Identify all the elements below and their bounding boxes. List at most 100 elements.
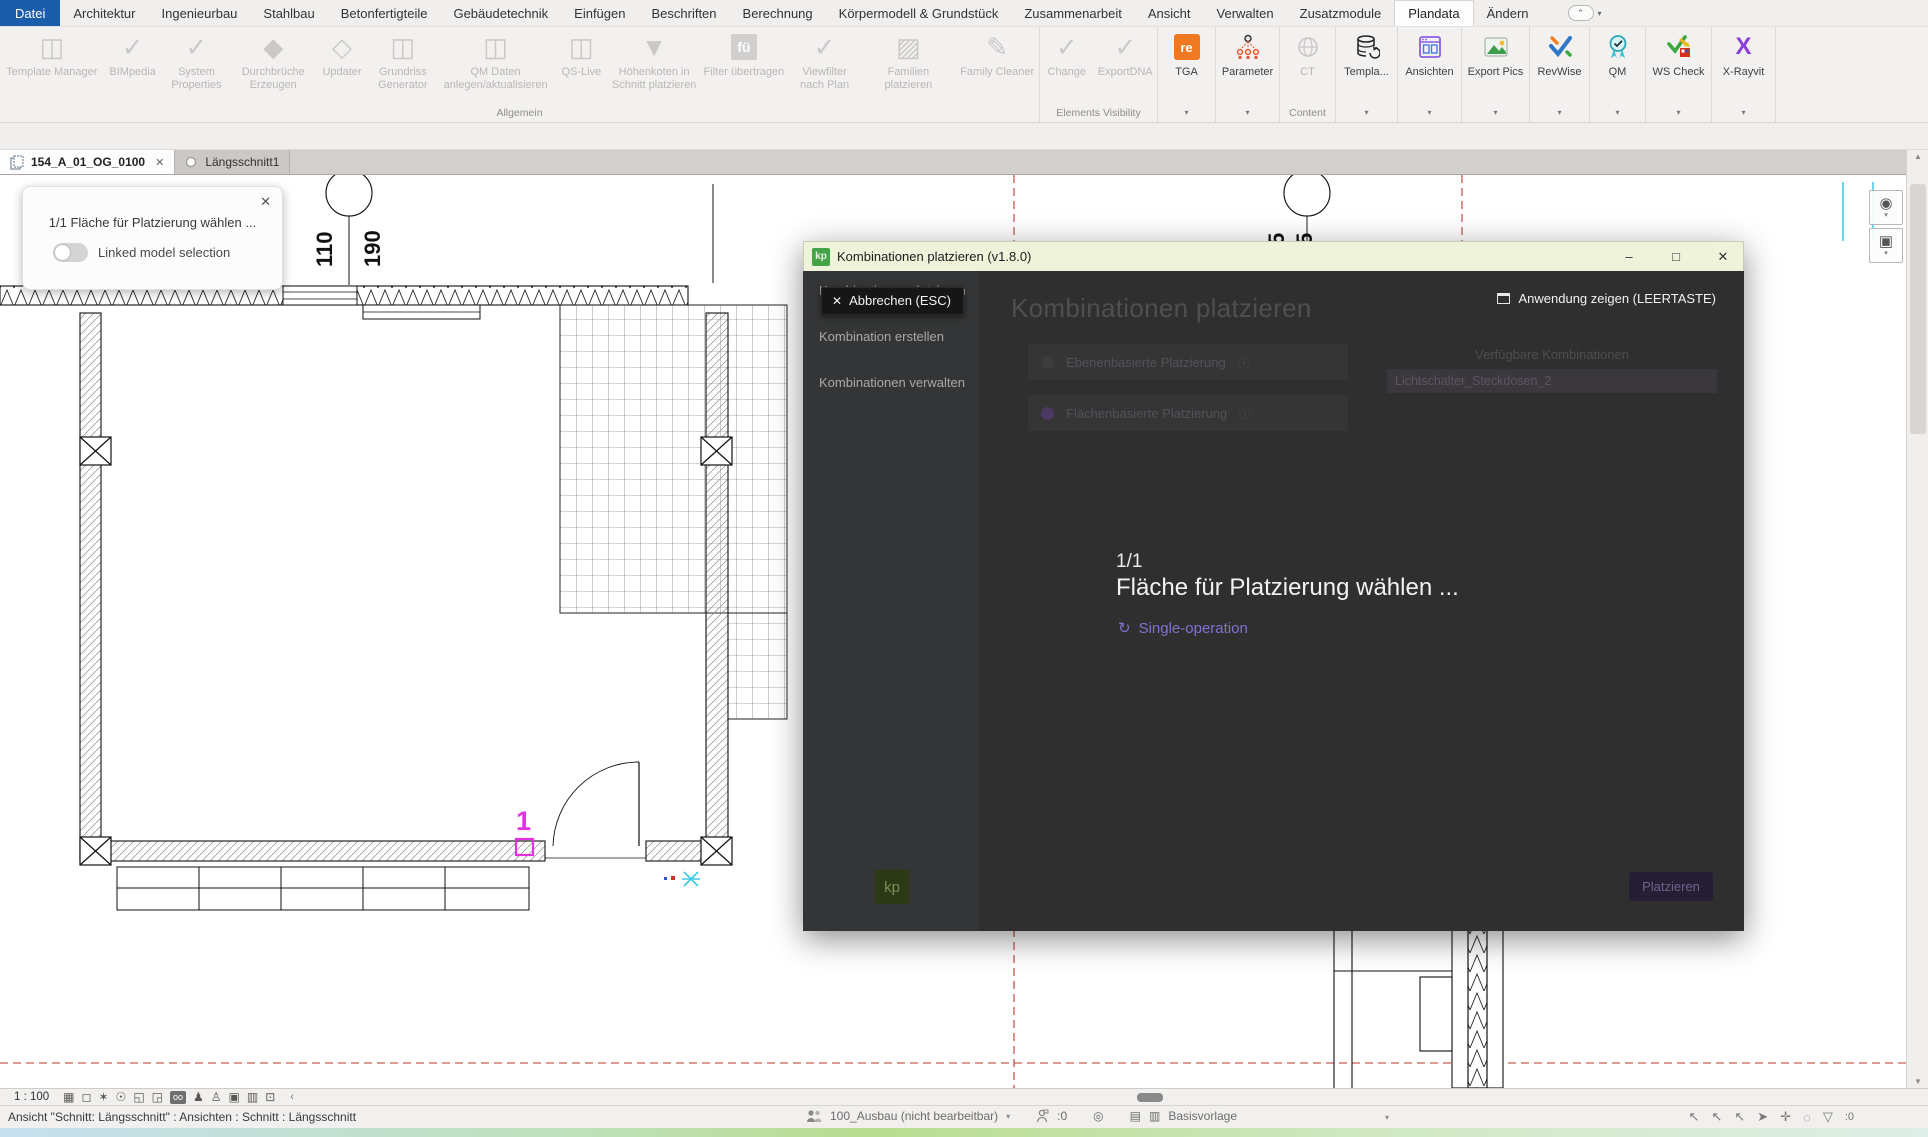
close-icon[interactable]: ✕ (1703, 249, 1743, 265)
single-operation-link[interactable]: ↻ Single-operation (1118, 619, 1248, 637)
qm-daten-button[interactable]: ◫QM Daten anlegen/aktualisieren (437, 27, 555, 106)
export-pics-button[interactable]: Export Pics (1462, 27, 1529, 106)
template-manager-button[interactable]: ◫Template Manager (0, 27, 104, 106)
sidebar-item-erstellen[interactable]: Kombination erstellen (819, 329, 944, 344)
collapse-bar-icon[interactable]: ‹ (290, 1091, 294, 1103)
dropdown-caret-icon[interactable]: ▾ (1158, 106, 1215, 122)
pin-icon[interactable]: ◎ (1093, 1109, 1103, 1123)
tab-gebaeudetechnik[interactable]: Gebäudetechnik (440, 0, 561, 26)
radio-unselected-icon[interactable] (1041, 356, 1054, 369)
active-design-option[interactable]: Basisvorlage (1168, 1109, 1237, 1123)
vertical-scrollbar[interactable]: ▲ ▼ (1906, 150, 1928, 1088)
tab-einfuegen[interactable]: Einfügen (561, 0, 638, 26)
shadows-icon[interactable]: ☉ (116, 1090, 127, 1104)
dialog-titlebar[interactable]: kp Kombinationen platzieren (v1.8.0) – □… (803, 241, 1744, 271)
dropdown-caret-icon[interactable]: ▾ (1216, 106, 1279, 122)
tab-betonfertigteile[interactable]: Betonfertigteile (328, 0, 441, 26)
close-tab-icon[interactable]: ✕ (155, 156, 164, 169)
dropdown-caret-icon[interactable]: ▾ (1712, 106, 1775, 122)
tab-koerpermodell[interactable]: Körpermodell & Grundstück (826, 0, 1012, 26)
dropdown-caret-icon[interactable]: ▾ (1530, 106, 1589, 122)
radio-selected-icon[interactable] (1041, 407, 1054, 420)
tab-zusatzmodule[interactable]: Zusatzmodule (1287, 0, 1395, 26)
view-tab-laengsschnitt[interactable]: Längsschnitt1 (175, 150, 290, 174)
bimpedia-button[interactable]: ✓BIMpedia (104, 27, 162, 106)
dropdown-caret-icon[interactable]: ▾ (1385, 1113, 1389, 1122)
crop-view-icon[interactable]: ◱ (133, 1090, 144, 1104)
dropdown-caret-icon[interactable]: ▾ (1398, 106, 1461, 122)
dropdown-caret-icon[interactable]: ▾ (1006, 1112, 1010, 1121)
ws-check-button[interactable]: WS Check (1646, 27, 1711, 106)
tab-ansicht[interactable]: Ansicht (1135, 0, 1204, 26)
platzieren-button[interactable]: Platzieren (1629, 872, 1713, 901)
close-icon[interactable]: ✕ (260, 194, 271, 210)
scroll-down-icon[interactable]: ▼ (1907, 1077, 1928, 1086)
linked-model-toggle[interactable] (53, 243, 88, 262)
minimize-icon[interactable]: – (1609, 249, 1649, 264)
filter-icon[interactable]: ▽ (1823, 1109, 1833, 1125)
view-tab-plan[interactable]: 154_A_01_OG_0100 ✕ (0, 150, 175, 174)
exportdna-button[interactable]: ✓ExportDNA (1094, 27, 1157, 106)
revwise-button[interactable]: RevWise (1530, 27, 1589, 106)
design-options-edit-icon[interactable]: ▥ (1149, 1109, 1160, 1123)
tab-beschriften[interactable]: Beschriften (638, 0, 729, 26)
scroll-up-icon[interactable]: ▲ (1907, 152, 1928, 161)
system-properties-button[interactable]: ✓System Properties (162, 27, 232, 106)
tab-architektur[interactable]: Architektur (60, 0, 148, 26)
tga-button[interactable]: reTGA (1158, 27, 1215, 106)
tab-aendern[interactable]: Ändern (1474, 0, 1542, 26)
durchbrueche-erzeugen-button[interactable]: ◆Durchbrüche Erzeugen (231, 27, 315, 106)
active-workset[interactable]: 100_Ausbau (nicht bearbeitbar) (830, 1109, 998, 1123)
temporary-hide-isolate-icon[interactable]: oo (170, 1091, 186, 1104)
sidebar-item-verwalten[interactable]: Kombinationen verwalten (819, 375, 965, 390)
select-pinned-icon[interactable]: ↖ (1734, 1109, 1745, 1125)
tab-plandata[interactable]: Plandata (1394, 0, 1473, 26)
family-cleaner-button[interactable]: ✎Family Cleaner (955, 27, 1039, 106)
select-links-icon[interactable]: ↖ (1689, 1109, 1700, 1125)
worksharing-display-icon[interactable]: ▣ (229, 1090, 240, 1104)
scale-button[interactable]: 1 : 100 (14, 1091, 49, 1103)
select-by-face-icon[interactable]: ➤ (1757, 1109, 1768, 1125)
selection-set-icon[interactable]: ◌ (1803, 1110, 1811, 1125)
dropdown-caret-icon[interactable]: ▾ (1646, 106, 1711, 122)
option-flaechenbasiert[interactable]: Flächenbasierte Platzierung ⓘ (1028, 395, 1348, 431)
x-rayvit-button[interactable]: XX-Rayvit (1712, 27, 1775, 106)
tab-berechnung[interactable]: Berechnung (730, 0, 826, 26)
editable-only-icon[interactable] (1036, 1109, 1049, 1123)
show-application-button[interactable]: Anwendung zeigen (LEERTASTE) (1497, 291, 1716, 306)
reveal-constraints-icon[interactable]: ▥ (247, 1090, 258, 1104)
dropdown-caret-icon[interactable]: ▾ (1462, 106, 1529, 122)
ansichten-button[interactable]: Ansichten (1398, 27, 1461, 106)
show-crop-icon[interactable]: ◲ (152, 1090, 163, 1104)
design-options-list-icon[interactable]: ▤ (1130, 1109, 1141, 1123)
dropdown-caret-icon[interactable]: ▾ (1884, 211, 1888, 219)
steering-wheel-button[interactable]: ◉▾ (1869, 190, 1903, 225)
vertical-scrollbar-thumb[interactable] (1910, 184, 1926, 434)
ct-button[interactable]: CT (1280, 27, 1335, 106)
qs-live-button[interactable]: ◫QS-Live (554, 27, 608, 106)
filter-uebertragen-button[interactable]: füFilter übertragen (700, 27, 788, 106)
drag-on-selection-icon[interactable]: ✛ (1780, 1109, 1791, 1125)
change-button[interactable]: ✓Change (1040, 27, 1094, 106)
info-icon[interactable]: ⓘ (1239, 405, 1251, 422)
parameter-button[interactable]: Parameter (1216, 27, 1279, 106)
combination-list-item[interactable]: Lichtschalter_Steckdosen_2 (1387, 369, 1717, 393)
dropdown-caret-icon[interactable]: ▾ (1884, 249, 1888, 257)
detail-level-icon[interactable]: ▦ (63, 1090, 74, 1104)
maximize-icon[interactable]: □ (1656, 249, 1696, 264)
dropdown-caret-icon[interactable]: ▾ (1590, 106, 1645, 122)
qm-button[interactable]: QM (1590, 27, 1645, 106)
info-icon[interactable]: ⓘ (1238, 354, 1250, 371)
grundriss-generator-button[interactable]: ◫Grundriss Generator (369, 27, 437, 106)
hoehenkoten-button[interactable]: ▼Höhenkoten in Schnitt platzieren (608, 27, 700, 106)
temporary-view-properties-icon[interactable]: ♙ (211, 1090, 222, 1104)
reveal-hidden-icon[interactable]: ♟ (193, 1090, 204, 1104)
familien-platzieren-button[interactable]: ▨Familien platzieren (862, 27, 956, 106)
ribbon-collapse-caret-icon[interactable]: ▾ (1598, 9, 1602, 18)
selection-box-icon[interactable]: ⊡ (265, 1090, 275, 1104)
sun-path-icon[interactable]: ✶ (98, 1090, 108, 1104)
option-ebenenbasiert[interactable]: Ebenenbasierte Platzierung ⓘ (1028, 344, 1348, 380)
ribbon-collapse-icon[interactable]: ⌃ (1568, 5, 1594, 21)
select-underlay-icon[interactable]: ↖ (1711, 1109, 1722, 1125)
tab-stahlbau[interactable]: Stahlbau (250, 0, 327, 26)
